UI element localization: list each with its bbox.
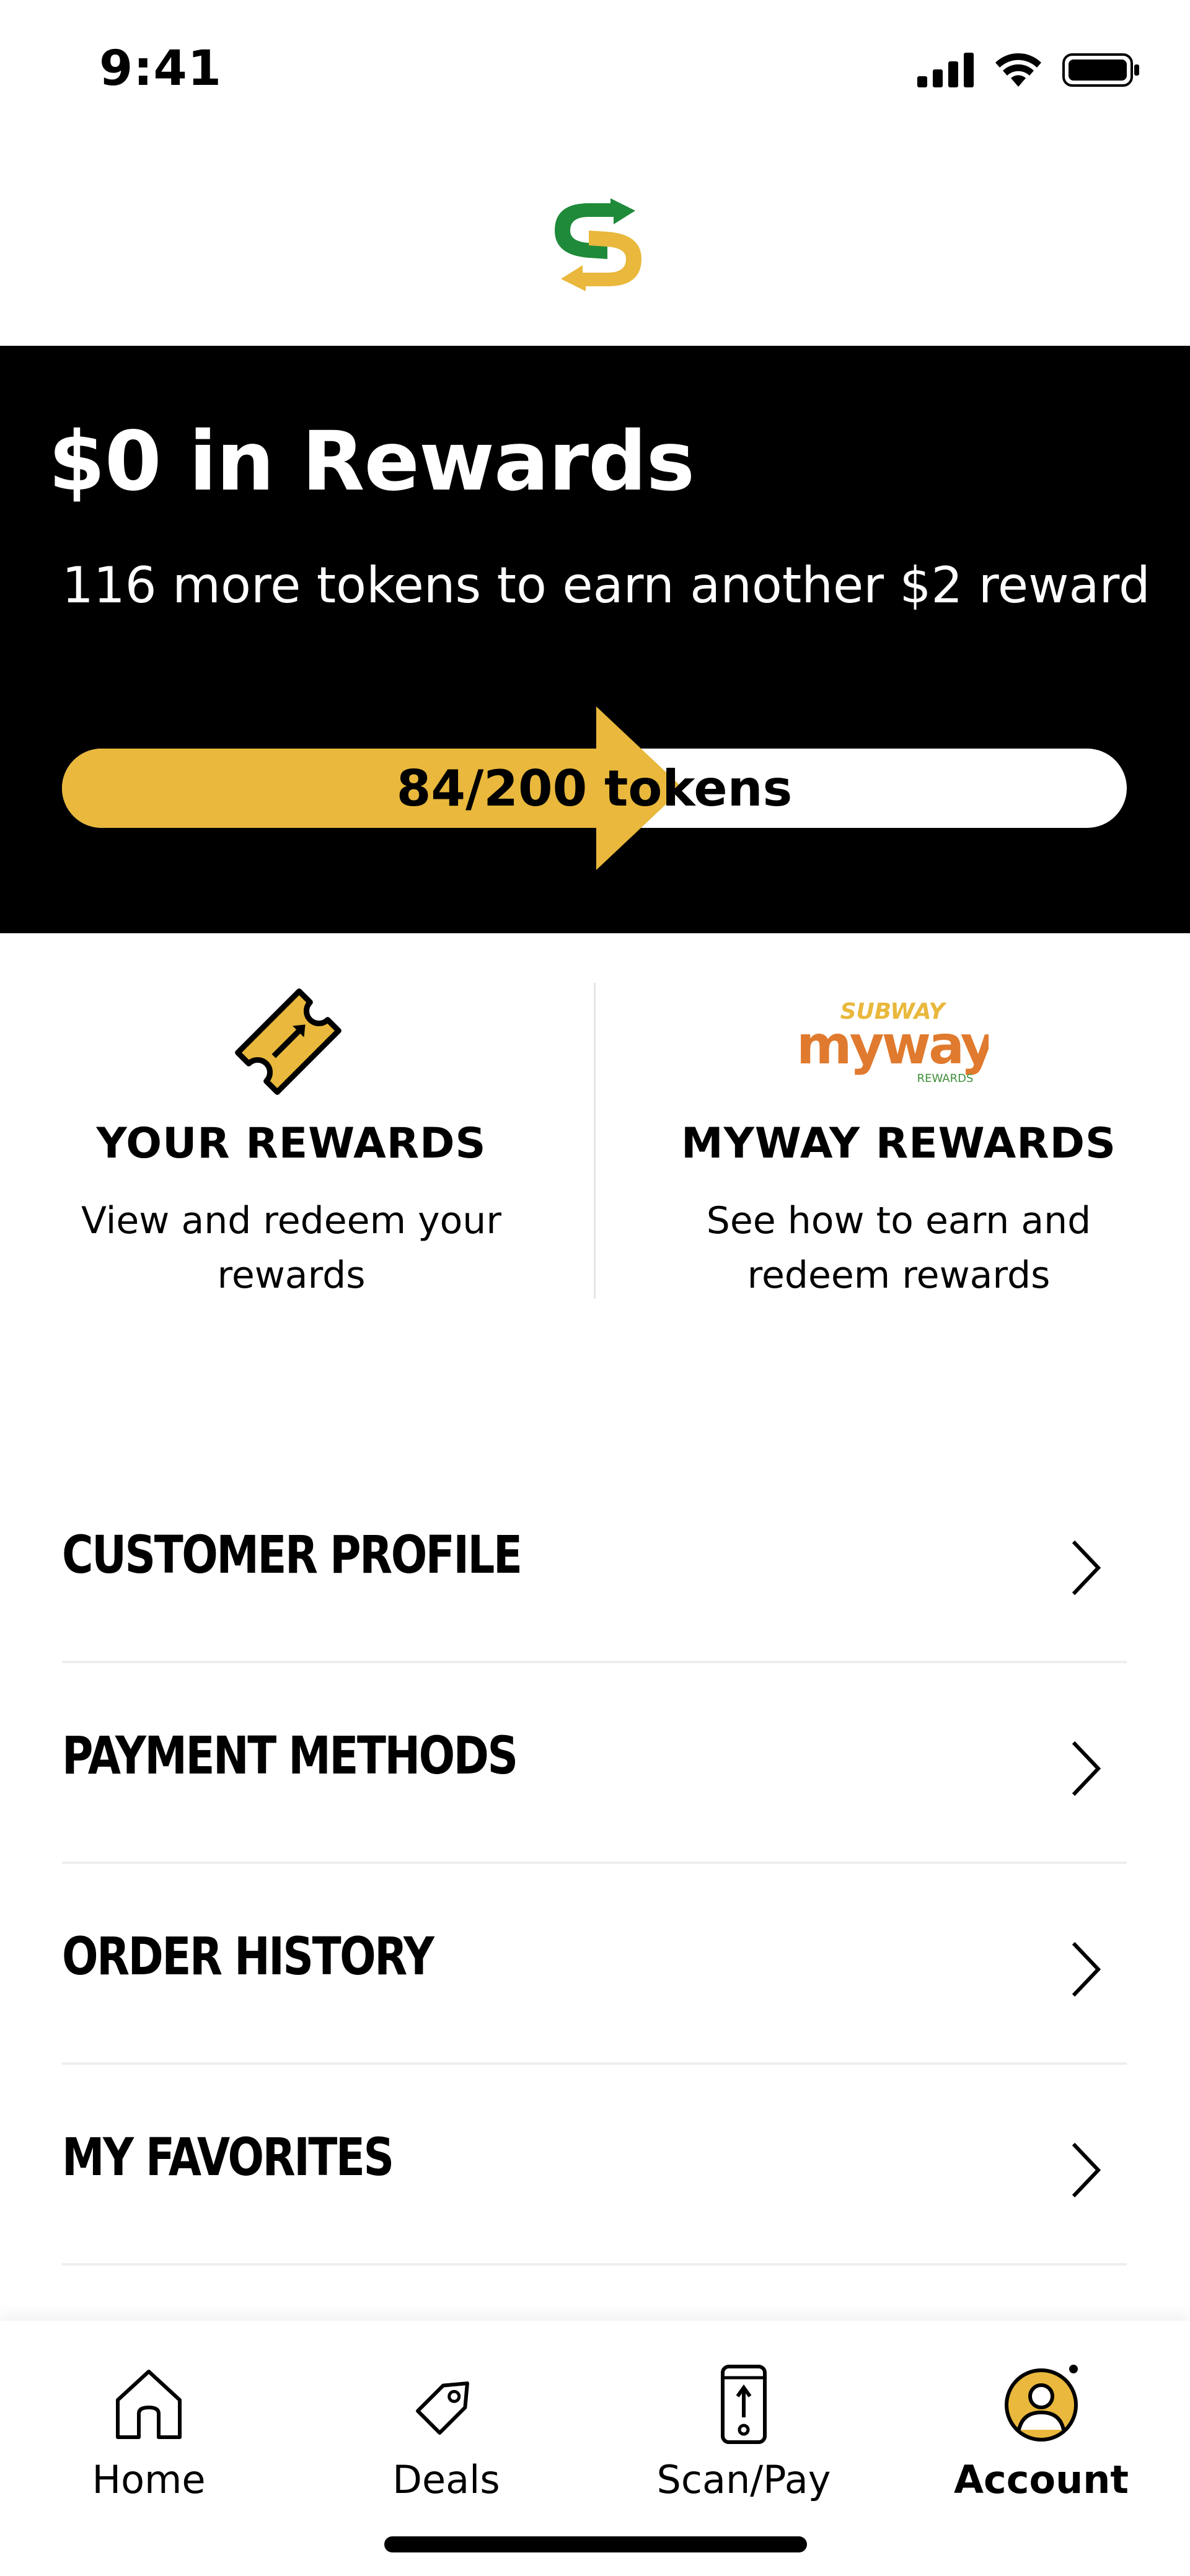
menu-item-customer-profile[interactable]: CUSTOMER PROFILE [62, 1462, 1127, 1663]
subway-logo-icon[interactable] [545, 186, 651, 304]
tab-label: Home [92, 2457, 206, 2502]
chevron-right-icon [1072, 1941, 1101, 1997]
tab-account[interactable]: Account [930, 2345, 1153, 2502]
menu-item-label: PAYMENT METHODS [62, 1725, 518, 1786]
chevron-right-icon [1072, 2142, 1101, 2198]
subway-myway-logo: SUBWAY myway REWARDS [796, 999, 989, 1085]
menu-item-my-favorites[interactable]: MY FAVORITES [62, 2065, 1127, 2266]
your-rewards-tile[interactable]: YOUR REWARDS View and redeem your reward… [0, 933, 583, 1330]
chevron-right-icon [1072, 1540, 1101, 1596]
progress-label: 84/200 tokens [396, 759, 793, 817]
myway-rewards-desc: See how to earn and redeem rewards [706, 1199, 1091, 1297]
reward-tiles: YOUR REWARDS View and redeem your reward… [0, 933, 1190, 1330]
account-avatar-icon [1005, 2365, 1078, 2442]
chevron-right-icon [1072, 1741, 1101, 1796]
your-rewards-desc: View and redeem your rewards [81, 1199, 502, 1297]
account-menu: CUSTOMER PROFILE PAYMENT METHODS ORDER H… [62, 1462, 1127, 2266]
tab-deals[interactable]: Deals [335, 2345, 558, 2502]
app-header [0, 143, 1190, 346]
status-bar: 9:41 [0, 0, 1190, 143]
myway-rewards-tile[interactable]: SUBWAY myway REWARDS MYWAY REWARDS See h… [607, 933, 1190, 1330]
home-icon [116, 2370, 182, 2439]
notification-dot-icon [1069, 2365, 1078, 2373]
ticket-icon [235, 988, 342, 1095]
tab-label: Account [954, 2457, 1129, 2502]
wifi-icon [995, 53, 1041, 87]
myway-logo-name: myway [796, 1014, 989, 1076]
menu-item-label: MY FAVORITES [62, 2127, 394, 2187]
your-rewards-title: YOUR REWARDS [96, 1119, 487, 1168]
battery-icon [1062, 53, 1139, 87]
cellular-signal-icon [917, 53, 974, 87]
phone-scan-icon [721, 2365, 767, 2444]
myway-rewards-title: MYWAY REWARDS [681, 1119, 1117, 1168]
tab-label: Scan/Pay [656, 2457, 831, 2502]
tab-scan-pay[interactable]: Scan/Pay [632, 2345, 855, 2502]
tag-icon [416, 2381, 469, 2435]
tokens-progress-bar: 84/200 tokens [62, 706, 1127, 870]
myway-logo-tag: REWARDS [917, 1072, 974, 1085]
rewards-banner[interactable]: $0 in Rewards 116 more tokens to earn an… [0, 346, 1190, 933]
status-time: 9:41 [99, 41, 223, 97]
menu-item-payment-methods[interactable]: PAYMENT METHODS [62, 1663, 1127, 1864]
rewards-subtitle: 116 more tokens to earn another $2 rewar… [62, 556, 1150, 614]
rewards-title: $0 in Rewards [48, 414, 695, 509]
tab-label: Deals [392, 2457, 500, 2502]
menu-item-label: CUSTOMER PROFILE [62, 1524, 522, 1585]
menu-item-order-history[interactable]: ORDER HISTORY [62, 1864, 1127, 2065]
tile-divider [594, 983, 596, 1299]
status-icons [917, 52, 1140, 88]
menu-item-label: ORDER HISTORY [62, 1926, 434, 1987]
tab-home[interactable]: Home [37, 2345, 260, 2502]
home-indicator [384, 2536, 807, 2552]
